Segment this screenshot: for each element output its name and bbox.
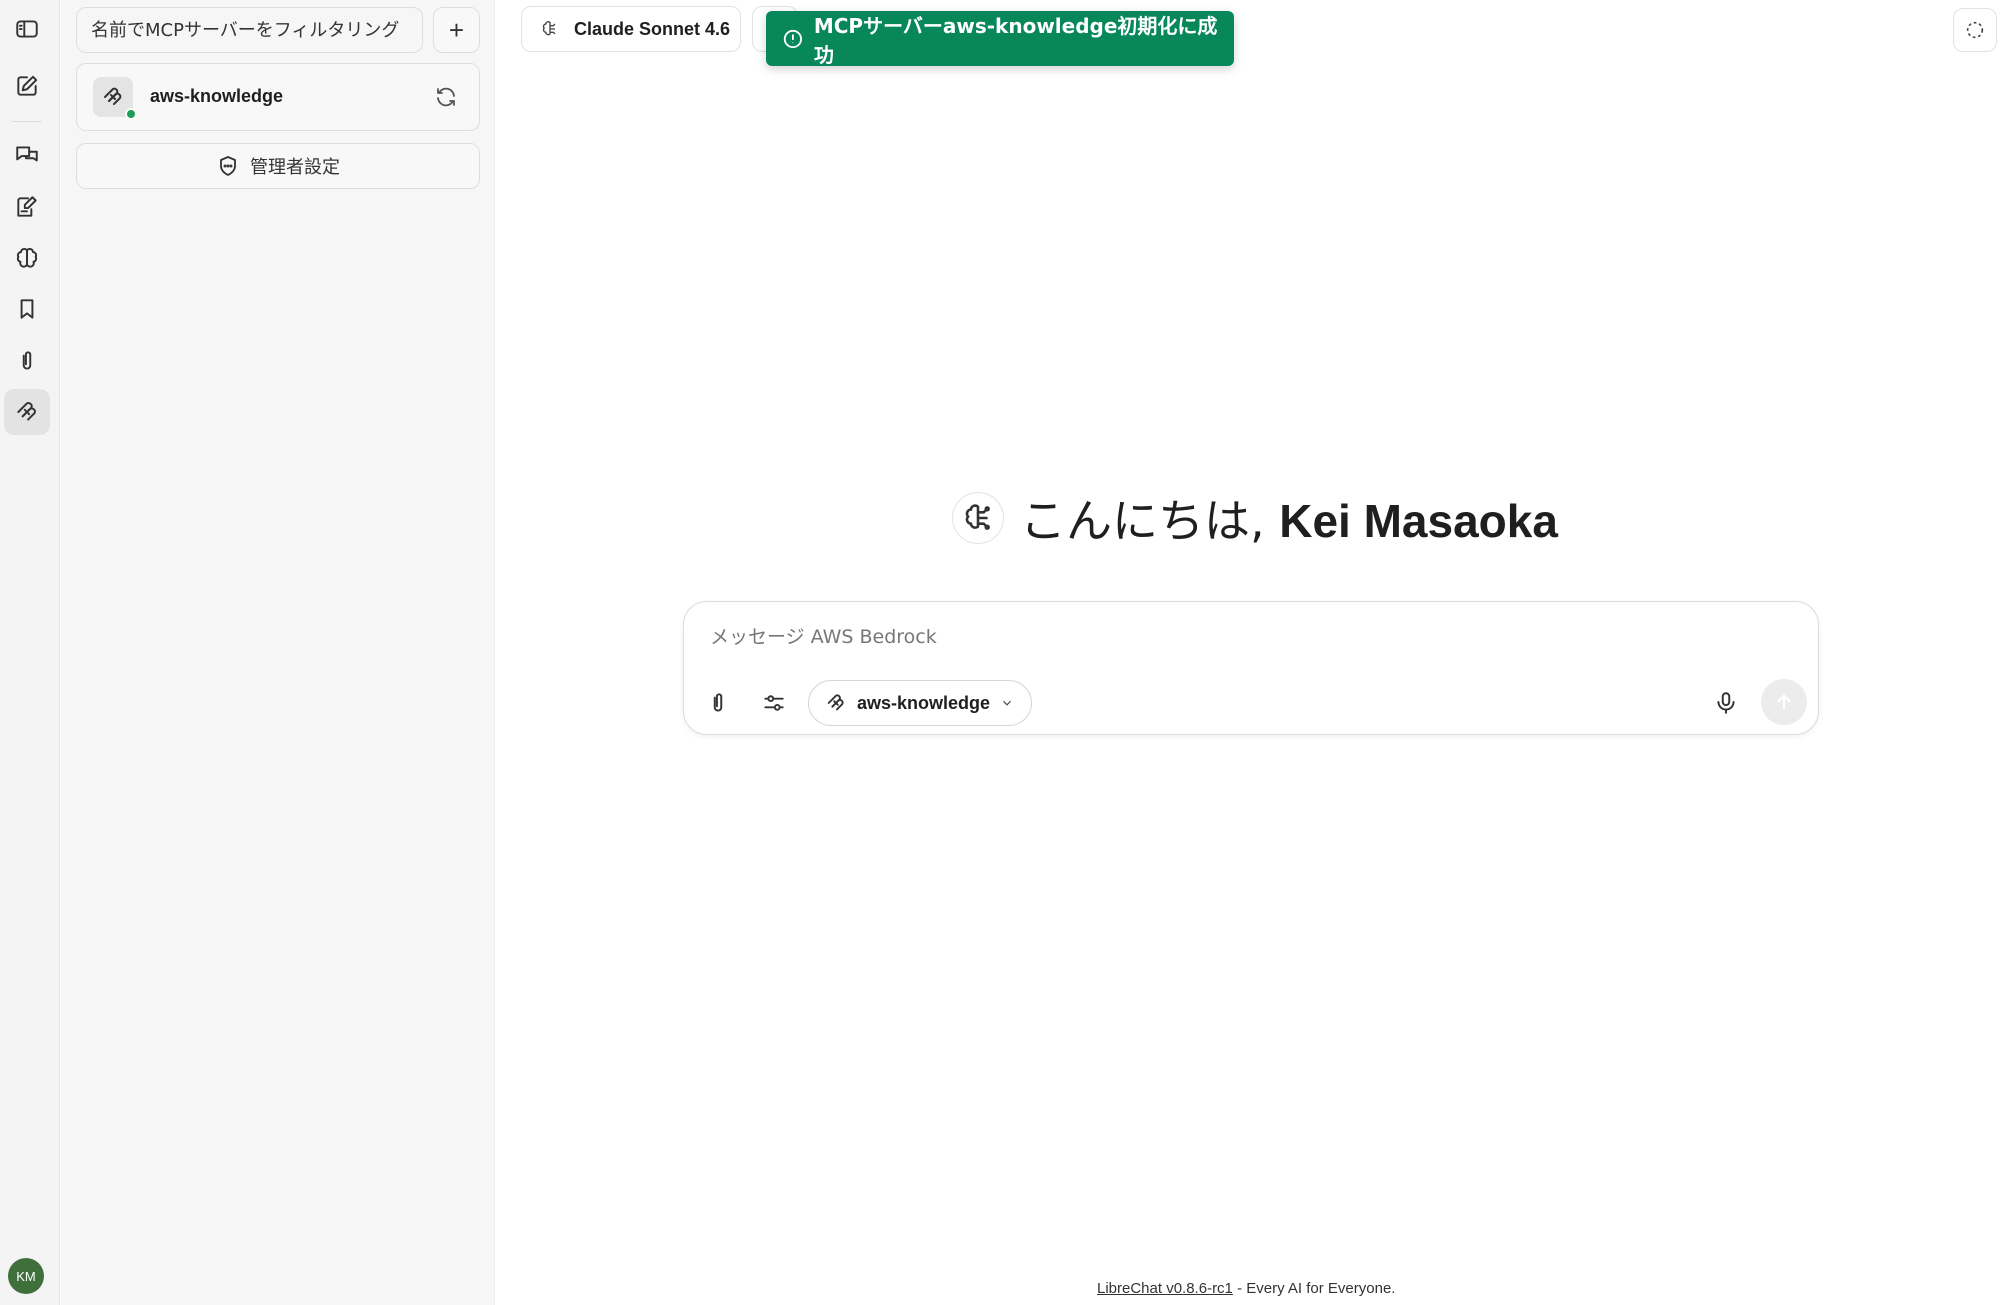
tools-settings-button[interactable] xyxy=(754,683,794,723)
arrow-up-icon xyxy=(1777,694,1791,710)
mcp-server-selector[interactable]: aws-knowledge xyxy=(808,680,1032,726)
mcp-icon xyxy=(827,694,844,711)
greeting-prefix: こんにちは, xyxy=(1020,494,1280,548)
chevron-down-icon xyxy=(1003,700,1011,706)
mcp-icon xyxy=(104,87,122,105)
memory-icon xyxy=(16,248,38,268)
prompts-icon xyxy=(17,196,37,217)
message-composer: aws-knowledge xyxy=(683,601,1819,735)
mcp-server-card[interactable]: aws-knowledge xyxy=(76,63,480,131)
paperclip-icon xyxy=(713,693,723,712)
bedrock-model-icon xyxy=(965,504,990,530)
attachments-icon xyxy=(22,351,32,370)
footer: LibreChat v0.8.6-rc1 - Every AI for Ever… xyxy=(1097,1280,1395,1297)
sidebar-toggle-button[interactable] xyxy=(4,6,50,52)
mcp-servers-button[interactable] xyxy=(4,389,50,435)
footer-tagline: - Every AI for Everyone. xyxy=(1232,1280,1396,1297)
temporary-chat-icon xyxy=(1966,21,1984,39)
bookmark-icon xyxy=(20,299,34,319)
rail-divider xyxy=(12,121,42,122)
attach-file-button[interactable] xyxy=(698,683,738,723)
memory-button[interactable] xyxy=(4,235,50,281)
admin-settings-button[interactable]: 管理者設定 xyxy=(76,143,480,189)
success-toast: MCPサーバーaws-knowledge初期化に成功 xyxy=(766,11,1234,67)
prompts-button[interactable] xyxy=(4,184,50,230)
message-input[interactable] xyxy=(710,620,1710,654)
model-selector-button[interactable]: Claude Sonnet 4.6 xyxy=(521,6,741,52)
sliders-icon xyxy=(764,695,784,711)
refresh-server-button[interactable] xyxy=(434,85,458,109)
user-avatar[interactable]: KM xyxy=(8,1258,44,1294)
mcp-chip-label: aws-knowledge xyxy=(857,692,991,713)
icon-rail: KM xyxy=(0,0,60,1305)
admin-settings-label: 管理者設定 xyxy=(250,157,340,178)
bookmarks-button[interactable] xyxy=(4,286,50,332)
greeting-model-logo xyxy=(952,492,1004,544)
conversations-icon xyxy=(16,146,38,162)
info-circle-icon xyxy=(783,29,803,48)
temporary-chat-button[interactable] xyxy=(1953,8,1997,52)
voice-input-button[interactable] xyxy=(1706,683,1746,723)
bedrock-model-icon xyxy=(542,21,556,36)
greeting-text: こんにちは, Kei Masaoka xyxy=(1020,485,1558,551)
model-label: Claude Sonnet 4.6 xyxy=(574,18,731,39)
attachments-button[interactable] xyxy=(4,338,50,384)
refresh-icon xyxy=(437,87,455,107)
greeting: こんにちは, Kei Masaoka xyxy=(952,488,1558,548)
mcp-panel: + aws-knowledge 管理者設定 xyxy=(61,0,495,1305)
shield-icon xyxy=(220,156,236,176)
toast-message: MCPサーバーaws-knowledge初期化に成功 xyxy=(813,13,1218,67)
greeting-username: Kei Masaoka xyxy=(1279,495,1558,547)
sidebar-toggle-icon xyxy=(16,20,38,38)
new-chat-icon xyxy=(17,75,38,96)
new-chat-button[interactable] xyxy=(4,63,50,109)
server-name: aws-knowledge xyxy=(150,86,284,106)
version-link[interactable]: LibreChat v0.8.6-rc1 xyxy=(1097,1280,1233,1297)
conversations-button[interactable] xyxy=(4,132,50,178)
mcp-icon xyxy=(17,402,36,421)
send-button[interactable] xyxy=(1761,679,1807,725)
add-mcp-server-button[interactable]: + xyxy=(433,7,480,53)
microphone-icon xyxy=(1717,692,1735,714)
server-status-dot xyxy=(125,108,137,120)
mcp-filter-input[interactable] xyxy=(76,7,423,53)
